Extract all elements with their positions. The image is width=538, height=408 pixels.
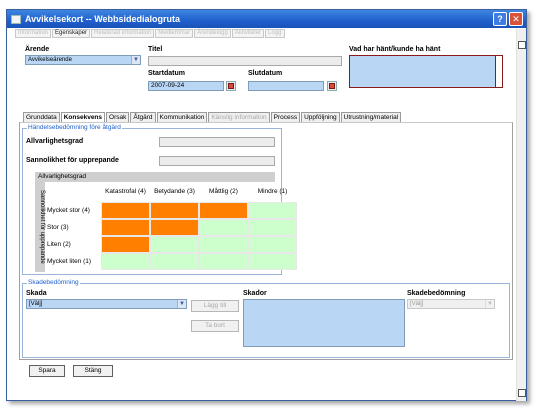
scroll-box-bottom[interactable]: [518, 389, 526, 397]
tab-panel: Händelsebedömning före åtgärd Allvarligh…: [19, 122, 513, 360]
matrix-column-header: Betydande (3): [154, 188, 195, 195]
calendar-icon[interactable]: [226, 81, 236, 91]
tab-utrustning-material[interactable]: Utrustning/material: [340, 112, 402, 122]
risk-matrix: Allvarlighetsgrad Sannolikhet för upprep…: [35, 172, 297, 272]
matrix-row-header: Mycket stor (4): [47, 207, 90, 214]
form-content: Ärende Avvikelseärende ▼ Titel Startdatu…: [15, 39, 513, 399]
matrix-cell-high[interactable]: [101, 202, 150, 219]
lagg-till-button[interactable]: Lägg till: [191, 300, 239, 312]
tab-kanslig-information[interactable]: Känslig information: [208, 112, 270, 122]
matrix-cell-high[interactable]: [199, 202, 248, 219]
startdatum-field[interactable]: 2007-09-24: [148, 81, 224, 91]
skade-legend: Skadebedömning: [27, 279, 80, 286]
matrix-cell-low[interactable]: [248, 236, 297, 253]
matrix-column-header: Mindre (1): [257, 188, 288, 195]
matrix-cell-low[interactable]: [101, 253, 150, 270]
startdatum-label: Startdatum: [148, 70, 185, 77]
matrix-cell-low[interactable]: [248, 202, 297, 219]
matrix-cell-low[interactable]: [150, 236, 199, 253]
chevron-down-icon[interactable]: ▼: [131, 56, 140, 64]
dialog-window: Avvikelsekort -- Webbsidedialogruta ? ✕ …: [6, 9, 527, 401]
window-title: Avvikelsekort -- Webbsidedialogruta: [25, 14, 181, 24]
textarea-scrollbar[interactable]: [495, 56, 502, 87]
matrix-header: Allvarlighetsgrad: [35, 172, 275, 182]
matrix-column-header: Katastrofal (4): [105, 188, 146, 195]
tab-kommunikation[interactable]: Kommunikation: [156, 112, 208, 122]
skada-value: [Välj]: [29, 301, 43, 307]
skador-label: Skador: [243, 290, 267, 297]
tab-grunddata[interactable]: Grunddata: [23, 112, 60, 122]
matrix-cell-low[interactable]: [199, 219, 248, 236]
matrix-cell-low[interactable]: [248, 219, 297, 236]
stang-button[interactable]: Stäng: [73, 365, 113, 377]
sannolikhet-field: [159, 156, 275, 166]
skade-fieldset: Skadebedömning Skada [Välj] ▼ Lägg till …: [22, 279, 510, 358]
matrix-cell-low[interactable]: [199, 236, 248, 253]
help-button[interactable]: ?: [493, 12, 507, 26]
skada-select[interactable]: [Välj] ▼: [26, 299, 187, 309]
skadebedomning-value: [Välj]: [410, 301, 424, 307]
skadebedomning-select[interactable]: [Välj] ▼: [407, 299, 495, 309]
scroll-box-top[interactable]: [518, 41, 526, 49]
window-icon: [11, 14, 21, 24]
allvarlighet-label: Allvarlighetsgrad: [26, 138, 84, 145]
sannolikhet-label: Sannolikhet för upprepande: [26, 157, 119, 164]
top-tab-bar: Information Egenskaper Relaterad informa…: [15, 29, 286, 38]
handelse-legend: Händelsebedömning före åtgärd: [27, 124, 122, 131]
menu-egenskaper[interactable]: Egenskaper: [52, 29, 91, 38]
title-bar: Avvikelsekort -- Webbsidedialogruta ? ✕: [7, 10, 526, 28]
matrix-cell-low[interactable]: [199, 253, 248, 270]
arende-label: Ärende: [25, 46, 50, 53]
handelse-fieldset: Händelsebedömning före åtgärd Allvarligh…: [22, 124, 297, 275]
window-scrollbar[interactable]: [516, 29, 526, 401]
allvarlighet-field: [159, 137, 275, 147]
spara-button[interactable]: Spara: [29, 365, 65, 377]
close-button[interactable]: ✕: [509, 12, 523, 26]
matrix-row-header: Liten (2): [47, 241, 71, 248]
skadebedomning-label: Skadebedömning: [407, 290, 466, 297]
form-tabs: Grunddata Konsekvens Orsak Åtgärd Kommun…: [23, 112, 402, 122]
menu-arendelogg[interactable]: Ärendelogg: [194, 29, 231, 38]
chevron-down-icon[interactable]: ▼: [177, 300, 186, 308]
tab-process[interactable]: Process: [270, 112, 301, 122]
chevron-down-icon[interactable]: ▼: [485, 300, 494, 308]
titel-field[interactable]: [148, 56, 342, 66]
tab-orsak[interactable]: Orsak: [106, 112, 130, 122]
matrix-cell-low[interactable]: [150, 253, 199, 270]
slutdatum-field[interactable]: [248, 81, 324, 91]
matrix-cell-low[interactable]: [248, 253, 297, 270]
matrix-cell-high[interactable]: [101, 236, 150, 253]
titel-label: Titel: [148, 46, 163, 53]
vad-label: Vad har hänt/kunde ha hänt: [349, 46, 441, 53]
arende-select[interactable]: Avvikelseärende ▼: [25, 55, 141, 65]
menu-information[interactable]: Information: [15, 29, 52, 38]
skador-list[interactable]: [243, 299, 405, 347]
calendar-icon[interactable]: [327, 81, 337, 91]
menu-medlemmar[interactable]: Medlemmar: [155, 29, 194, 38]
menu-logg[interactable]: Logg: [265, 29, 285, 38]
menu-relaterad-information[interactable]: Relaterad information: [91, 29, 155, 38]
matrix-row-header: Stor (3): [47, 224, 69, 231]
matrix-vertical-label: Sannolikhet för upprepande: [35, 182, 45, 272]
tab-uppfoljning[interactable]: Uppföljning: [301, 112, 340, 122]
ta-bort-button[interactable]: Ta bort: [191, 320, 239, 332]
matrix-cell-high[interactable]: [101, 219, 150, 236]
matrix-column-header: Måttlig (2): [209, 188, 238, 195]
slutdatum-label: Slutdatum: [248, 70, 283, 77]
matrix-row-header: Mycket liten (1): [47, 258, 92, 265]
matrix-cell-high[interactable]: [150, 202, 199, 219]
menu-aktiviteter[interactable]: Aktiviteter: [231, 29, 265, 38]
tab-konsekvens[interactable]: Konsekvens: [60, 112, 106, 122]
tab-atgard[interactable]: Åtgärd: [130, 112, 156, 122]
vad-textarea[interactable]: [349, 55, 503, 88]
arende-value: Avvikelseärende: [28, 57, 72, 63]
matrix-cell-high[interactable]: [150, 219, 199, 236]
skada-label: Skada: [26, 290, 47, 297]
